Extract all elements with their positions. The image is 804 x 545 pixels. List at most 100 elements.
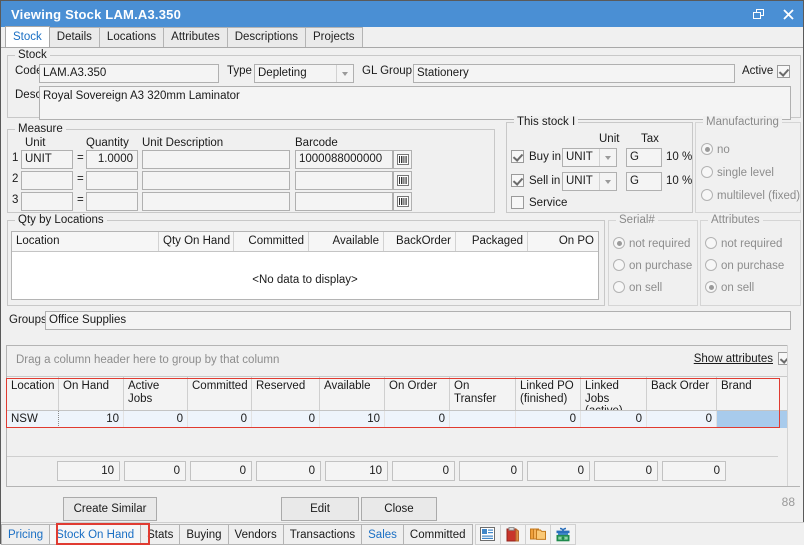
close-action-button[interactable]: Close bbox=[361, 497, 437, 521]
qty-col-backorder[interactable]: BackOrder bbox=[384, 232, 456, 251]
col-linked-jobs[interactable]: Linked Jobs (active) bbox=[581, 377, 647, 410]
measure-quantity-input[interactable] bbox=[86, 171, 138, 190]
manufacturing-radio-multilevel[interactable] bbox=[701, 189, 713, 201]
measure-barcode-input[interactable] bbox=[295, 192, 393, 211]
type-select[interactable]: Depleting bbox=[254, 64, 354, 83]
barcode-icon[interactable] bbox=[393, 171, 412, 190]
col-on-hand[interactable]: On Hand bbox=[59, 377, 124, 410]
grid-vertical-scrollbar[interactable] bbox=[787, 345, 802, 486]
type-value: Depleting bbox=[258, 65, 307, 82]
buy-in-tax-input[interactable]: G bbox=[626, 148, 662, 167]
restore-button[interactable] bbox=[743, 1, 773, 27]
gl-group-input[interactable]: Stationery bbox=[413, 64, 735, 83]
bottom-tab-sales[interactable]: Sales bbox=[361, 524, 404, 545]
col-available[interactable]: Available bbox=[320, 377, 385, 410]
tab-stock[interactable]: Stock bbox=[5, 26, 50, 47]
measure-quantity-input[interactable] bbox=[86, 192, 138, 211]
qty-col-packaged[interactable]: Packaged bbox=[456, 232, 528, 251]
cell-on-hand[interactable]: 10 bbox=[59, 411, 124, 428]
barcode-icon[interactable] bbox=[393, 150, 412, 169]
bottom-tab-stats[interactable]: Stats bbox=[140, 524, 180, 545]
bottom-tab-buying[interactable]: Buying bbox=[179, 524, 228, 545]
tab-attributes[interactable]: Attributes bbox=[163, 27, 228, 47]
bottom-tab-committed[interactable]: Committed bbox=[403, 524, 473, 545]
qty-col-location[interactable]: Location bbox=[12, 232, 159, 251]
serial-radio-not-required[interactable] bbox=[613, 237, 625, 249]
cell-committed[interactable]: 0 bbox=[188, 411, 252, 428]
col-reserved[interactable]: Reserved bbox=[252, 377, 320, 410]
stock-window: Viewing Stock LAM.A3.350 Stock Details L… bbox=[0, 0, 804, 544]
active-checkbox[interactable] bbox=[777, 65, 790, 78]
qty-col-available[interactable]: Available bbox=[309, 232, 384, 251]
qty-col-committed[interactable]: Committed bbox=[234, 232, 309, 251]
measure-unit-input[interactable] bbox=[21, 171, 73, 190]
attributes-radio-not-required[interactable] bbox=[705, 237, 717, 249]
code-input[interactable]: LAM.A3.350 bbox=[39, 64, 219, 83]
clipboard-icon[interactable] bbox=[500, 524, 526, 545]
measure-unit-description-input[interactable] bbox=[142, 150, 290, 169]
copy-folders-icon[interactable] bbox=[525, 524, 551, 545]
edit-button[interactable]: Edit bbox=[281, 497, 359, 521]
measure-unit-input[interactable]: UNIT bbox=[21, 150, 73, 169]
col-committed[interactable]: Committed bbox=[188, 377, 252, 410]
col-on-order[interactable]: On Order bbox=[385, 377, 450, 410]
col-linked-po[interactable]: Linked PO (finished) bbox=[516, 377, 581, 410]
manufacturing-radio-single-level[interactable] bbox=[701, 166, 713, 178]
bottom-tab-vendors[interactable]: Vendors bbox=[228, 524, 284, 545]
qty-col-qty-on-hand[interactable]: Qty On Hand bbox=[159, 232, 234, 251]
report-icon[interactable] bbox=[475, 524, 501, 545]
bottom-tab-pricing[interactable]: Pricing bbox=[1, 524, 50, 545]
qty-col-on-po[interactable]: On PO bbox=[528, 232, 598, 251]
cell-on-transfer[interactable] bbox=[450, 411, 516, 428]
create-similar-button[interactable]: Create Similar bbox=[63, 497, 157, 521]
measure-unit-description-input[interactable] bbox=[142, 171, 290, 190]
show-attributes-control[interactable]: Show attributes bbox=[694, 352, 791, 365]
attributes-option-label: on sell bbox=[721, 282, 754, 294]
cell-available[interactable]: 10 bbox=[320, 411, 385, 428]
cell-reserved[interactable]: 0 bbox=[252, 411, 320, 428]
cell-active-jobs[interactable]: 0 bbox=[124, 411, 188, 428]
measure-quantity-input[interactable]: 1.0000 bbox=[86, 150, 138, 169]
col-back-order[interactable]: Back Order bbox=[647, 377, 717, 410]
tab-descriptions[interactable]: Descriptions bbox=[227, 27, 306, 47]
col-on-transfer[interactable]: On Transfer bbox=[450, 377, 516, 410]
cell-location[interactable]: NSW bbox=[7, 411, 59, 428]
tab-details[interactable]: Details bbox=[49, 27, 100, 47]
tab-locations[interactable]: Locations bbox=[99, 27, 164, 47]
tab-projects[interactable]: Projects bbox=[305, 27, 363, 47]
manufacturing-radio-no[interactable] bbox=[701, 143, 713, 155]
col-active-jobs[interactable]: Active Jobs bbox=[124, 377, 188, 410]
bottom-tab-transactions[interactable]: Transactions bbox=[283, 524, 362, 545]
cell-linked-po[interactable]: 0 bbox=[516, 411, 581, 428]
close-button[interactable] bbox=[773, 1, 803, 27]
buy-in-unit-select[interactable]: UNIT bbox=[562, 148, 617, 167]
measure-unit-description-input[interactable] bbox=[142, 192, 290, 211]
gift-money-icon[interactable] bbox=[550, 524, 576, 545]
serial-radio-on-sell[interactable] bbox=[613, 281, 625, 293]
group-by-panel[interactable]: Drag a column header here to group by th… bbox=[7, 346, 799, 377]
qty-by-locations-grid[interactable]: Location Qty On Hand Committed Available… bbox=[11, 231, 599, 300]
measure-barcode-input[interactable]: 1000088000000 bbox=[295, 150, 393, 169]
measure-barcode-input[interactable] bbox=[295, 171, 393, 190]
cell-on-order[interactable]: 0 bbox=[385, 411, 450, 428]
sell-in-checkbox[interactable] bbox=[511, 174, 524, 187]
sell-in-unit-select[interactable]: UNIT bbox=[562, 172, 617, 191]
cell-back-order[interactable]: 0 bbox=[647, 411, 717, 428]
serial-radio-on-purchase[interactable] bbox=[613, 259, 625, 271]
buy-in-checkbox[interactable] bbox=[511, 150, 524, 163]
bottom-tab-stock-on-hand[interactable]: Stock On Hand bbox=[49, 524, 141, 545]
attributes-radio-on-sell[interactable] bbox=[705, 281, 717, 293]
description-input[interactable]: Royal Sovereign A3 320mm Laminator bbox=[39, 86, 791, 120]
cell-linked-jobs[interactable]: 0 bbox=[581, 411, 647, 428]
col-location[interactable]: Location bbox=[7, 377, 59, 410]
groups-input[interactable]: Office Supplies bbox=[45, 311, 791, 330]
table-row[interactable]: NSW 10 0 0 0 10 0 0 0 0 bbox=[7, 411, 799, 428]
total-back-order: 0 bbox=[662, 461, 726, 481]
attributes-radio-on-purchase[interactable] bbox=[705, 259, 717, 271]
service-checkbox[interactable] bbox=[511, 196, 524, 209]
col-brand[interactable]: Brand bbox=[717, 377, 798, 410]
cell-brand[interactable] bbox=[717, 411, 798, 428]
barcode-icon[interactable] bbox=[393, 192, 412, 211]
measure-unit-input[interactable] bbox=[21, 192, 73, 211]
sell-in-tax-input[interactable]: G bbox=[626, 172, 662, 191]
